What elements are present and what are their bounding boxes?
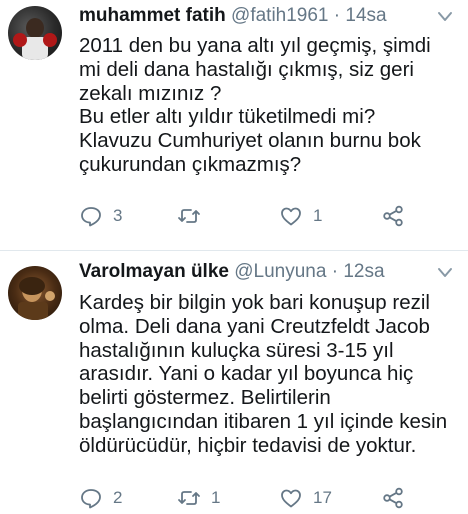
tweet-line: Kardeş bir bilgin yok bari konuşup rezil [79, 291, 430, 314]
share-icon [383, 487, 403, 509]
reply-button[interactable]: 2 [79, 486, 122, 510]
user-handle[interactable]: @Lunyuna [234, 261, 326, 282]
user-name[interactable]: Varolmayan ülke [79, 261, 229, 282]
retweet-count: 1 [211, 488, 221, 507]
retweet-icon [178, 491, 200, 505]
like-count: 17 [313, 488, 332, 507]
tweet-line: arasıdır. Yani o kadar yıl boyunca hiç [79, 362, 414, 386]
tweet-header: Varolmayan ülke @Lunyuna · 12sa [79, 260, 448, 284]
tweet-line: belirti göstermez. Belirtilerin [79, 386, 331, 410]
tweet-actions: 2 1 17 [79, 486, 459, 514]
tweet-2[interactable]: Varolmayan ülke @Lunyuna · 12sa Kardeş b… [0, 0, 468, 509]
avatar[interactable] [8, 266, 62, 320]
reply-icon [81, 489, 101, 509]
separator: · [331, 261, 339, 282]
like-icon [281, 489, 301, 508]
share-button[interactable] [381, 486, 405, 510]
chevron-down-icon[interactable] [436, 266, 454, 280]
retweet-button[interactable]: 1 [177, 486, 220, 510]
tweet-line: olma. Deli dana yani Creutzfeldt Jacob [79, 314, 430, 338]
reply-count: 2 [113, 488, 123, 507]
tweet-text: Kardeş bir bilgin yok bari konuşup rezil… [79, 291, 458, 458]
tweet-line: hastalığının kuluçka süresi 3-15 yıl [79, 338, 394, 362]
like-button[interactable]: 17 [279, 486, 332, 510]
tweet-line: öldürücüdür, hiçbir tedavisi de yoktur. [79, 433, 417, 457]
tweet-line: başlangıcından itibaren 1 yıl içinde kes… [79, 409, 448, 433]
timestamp[interactable]: 12sa [343, 261, 384, 282]
